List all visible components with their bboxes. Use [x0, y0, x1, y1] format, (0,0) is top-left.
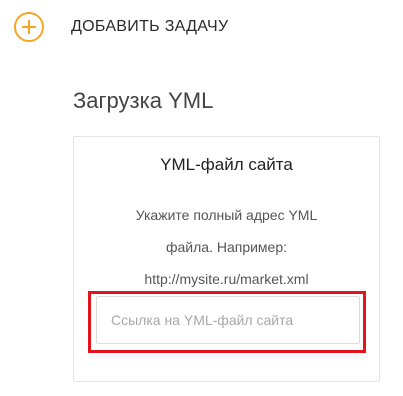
add-task-button[interactable]: ДОБАВИТЬ ЗАДАЧУ [14, 12, 228, 42]
yml-url-input[interactable] [96, 296, 360, 344]
add-task-label[interactable]: ДОБАВИТЬ ЗАДАЧУ [71, 18, 228, 36]
plus-circle-icon[interactable] [14, 12, 44, 42]
card-description-line: Укажите полный адрес YML [135, 207, 318, 223]
section-title: Загрузка YML [73, 88, 214, 113]
card-title: YML-файл сайта [160, 155, 293, 174]
card-description-line: файла. Например: [165, 239, 288, 255]
card-description: Укажите полный адрес YML файла. Например… [94, 199, 359, 295]
